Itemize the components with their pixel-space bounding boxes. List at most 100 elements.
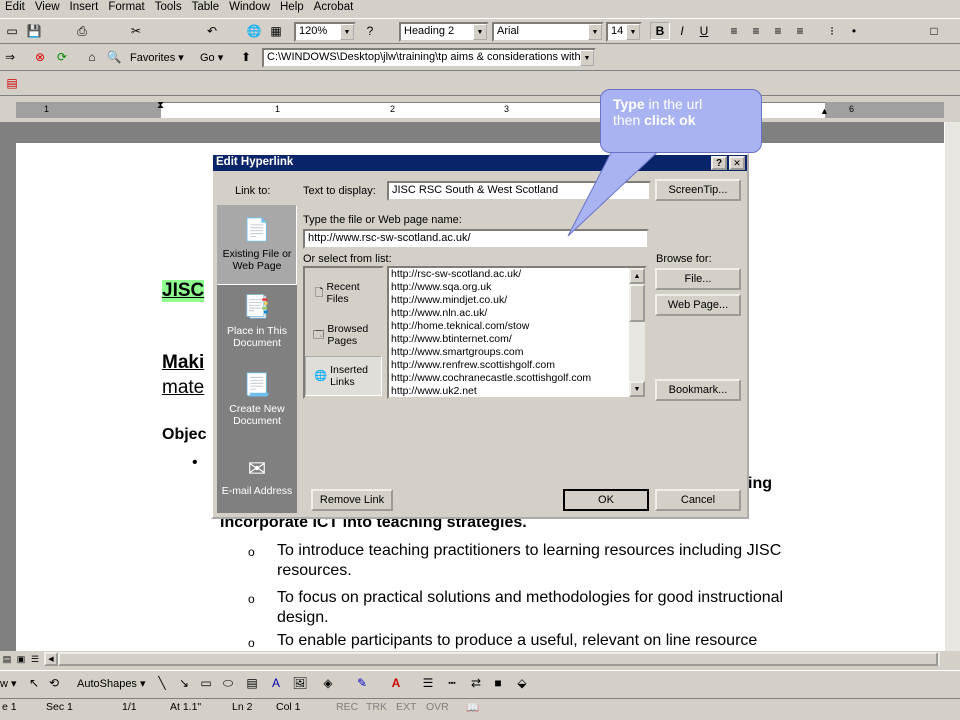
- status-rec[interactable]: REC: [336, 701, 358, 713]
- font-color-icon[interactable]: A: [386, 674, 406, 692]
- cut-icon[interactable]: ✂: [126, 22, 146, 40]
- menu-window[interactable]: Window: [224, 0, 275, 16]
- table-icon[interactable]: ▦: [266, 22, 286, 40]
- stop-icon[interactable]: ⊗: [30, 48, 50, 66]
- line-color-icon[interactable]: ✎: [352, 674, 372, 692]
- forward-arrow-icon[interactable]: ⇒: [0, 48, 20, 66]
- url-list-item[interactable]: http://www.cochranecastle.scottishgolf.c…: [389, 372, 645, 385]
- menu-insert[interactable]: Insert: [65, 0, 104, 16]
- line-style-icon[interactable]: ☰: [418, 674, 438, 692]
- menu-table[interactable]: Table: [187, 0, 225, 16]
- chevron-down-icon[interactable]: ▼: [340, 24, 354, 40]
- scroll-down-icon[interactable]: ▼: [629, 381, 645, 397]
- menu-format[interactable]: Format: [103, 0, 149, 16]
- status-ovr[interactable]: OVR: [426, 701, 449, 713]
- web-view-icon[interactable]: ▣: [14, 650, 28, 668]
- link-existing-file[interactable]: 📄 Existing File or Web Page: [217, 205, 297, 285]
- outline-view-icon[interactable]: ☰: [28, 650, 42, 668]
- chevron-down-icon[interactable]: ▼: [588, 24, 602, 40]
- shadow-icon[interactable]: ■: [488, 674, 508, 692]
- menu-edit[interactable]: Edit: [0, 0, 30, 16]
- arrow-style-icon[interactable]: ⇄: [466, 674, 486, 692]
- status-trk[interactable]: TRK: [366, 701, 387, 713]
- link-create-new-doc[interactable]: 📃 Create New Document: [217, 367, 297, 437]
- url-list-item[interactable]: http://www.btinternet.com/: [389, 333, 645, 346]
- url-list-item[interactable]: http://home.teknical.com/stow: [389, 320, 645, 333]
- italic-button[interactable]: I: [672, 22, 692, 40]
- numbering-icon[interactable]: ⁝: [822, 22, 842, 40]
- draw-menu[interactable]: w ▾: [0, 677, 17, 690]
- scroll-up-icon[interactable]: ▲: [629, 268, 645, 284]
- normal-view-icon[interactable]: ▤: [0, 650, 14, 668]
- ok-button[interactable]: OK: [563, 489, 649, 511]
- menu-help[interactable]: Help: [275, 0, 309, 16]
- align-center-icon[interactable]: ≡: [746, 22, 766, 40]
- bookmark-button[interactable]: Bookmark...: [655, 379, 741, 401]
- search-web-icon[interactable]: 🔍: [104, 48, 124, 66]
- status-ext[interactable]: EXT: [396, 701, 416, 713]
- scroll-thumb[interactable]: [629, 284, 645, 322]
- remove-link-button[interactable]: Remove Link: [311, 489, 393, 511]
- url-list[interactable]: http://rsc-sw-scotland.ac.uk/http://www.…: [387, 266, 647, 399]
- help-icon[interactable]: ?: [360, 22, 380, 40]
- pdf-icon[interactable]: ▤: [2, 74, 22, 92]
- justify-icon[interactable]: ≡: [790, 22, 810, 40]
- chevron-down-icon[interactable]: ▼: [580, 50, 594, 66]
- url-list-scrollbar[interactable]: ▲ ▼: [629, 268, 645, 397]
- line-icon[interactable]: ╲: [152, 674, 172, 692]
- align-right-icon[interactable]: ≡: [768, 22, 788, 40]
- print-icon[interactable]: ⎙: [72, 22, 92, 40]
- rectangle-icon[interactable]: ▭: [196, 674, 216, 692]
- url-list-item[interactable]: http://www.uk2.net: [389, 385, 645, 397]
- save-icon[interactable]: 💾: [24, 22, 44, 40]
- align-left-icon[interactable]: ≡: [724, 22, 744, 40]
- horizontal-scrollbar[interactable]: ◀: [44, 652, 940, 666]
- dash-style-icon[interactable]: ┅: [442, 674, 462, 692]
- url-list-item[interactable]: http://www.smartgroups.com: [389, 346, 645, 359]
- url-list-item[interactable]: http://www.renfrew.scottishgolf.com: [389, 359, 645, 372]
- dialog-help-button[interactable]: ?: [711, 156, 727, 170]
- go-menu[interactable]: Go ▾: [200, 51, 223, 64]
- font-select[interactable]: Arial ▼: [492, 22, 604, 42]
- link-place-in-document[interactable]: 📑 Place in This Document: [217, 289, 297, 359]
- url-list-item[interactable]: http://www.sqa.org.uk: [389, 281, 645, 294]
- home-icon[interactable]: ⌂: [82, 48, 102, 66]
- browse-webpage-button[interactable]: Web Page...: [655, 294, 741, 316]
- open-icon[interactable]: ▭: [2, 22, 22, 40]
- rotate-icon[interactable]: ⟲: [44, 674, 64, 692]
- address-field[interactable]: C:\WINDOWS\Desktop\jlw\training\tp aims …: [262, 48, 596, 68]
- bullets-icon[interactable]: •: [844, 22, 864, 40]
- link-email-address[interactable]: ✉ E-mail Address: [217, 453, 297, 509]
- url-list-item[interactable]: http://www.nln.ac.uk/: [389, 307, 645, 320]
- scroll-left-icon[interactable]: ◀: [44, 652, 58, 666]
- autoshapes-menu[interactable]: AutoShapes ▾: [77, 677, 146, 690]
- font-size-select[interactable]: 14 ▼: [606, 22, 642, 42]
- chevron-down-icon[interactable]: ▼: [626, 24, 640, 40]
- recent-files-tab[interactable]: 🗋 Recent Files: [305, 276, 382, 310]
- wordart-icon[interactable]: A: [266, 674, 286, 692]
- browsed-pages-tab[interactable]: 🗔 Browsed Pages: [305, 318, 382, 352]
- select-arrow-icon[interactable]: ↖: [24, 674, 44, 692]
- arrow-icon[interactable]: ↘: [174, 674, 194, 692]
- refresh-icon[interactable]: ⟳: [52, 48, 72, 66]
- url-list-item[interactable]: http://www.mindjet.co.uk/: [389, 294, 645, 307]
- style-select[interactable]: Heading 2 ▼: [399, 22, 489, 42]
- show-web-toolbar-icon[interactable]: ⬆: [236, 48, 256, 66]
- browse-file-button[interactable]: File...: [655, 268, 741, 290]
- fill-color-icon[interactable]: ◈: [318, 674, 338, 692]
- dialog-close-button[interactable]: ✕: [729, 156, 745, 170]
- underline-button[interactable]: U: [694, 22, 714, 40]
- menu-acrobat[interactable]: Acrobat: [309, 0, 359, 16]
- undo-icon[interactable]: ↶: [202, 22, 222, 40]
- bold-button[interactable]: B: [650, 22, 670, 40]
- url-list-item[interactable]: http://rsc-sw-scotland.ac.uk/: [389, 268, 645, 281]
- oval-icon[interactable]: ⬭: [218, 674, 238, 692]
- menu-view[interactable]: View: [30, 0, 65, 16]
- indent-marker[interactable]: ⧗: [157, 100, 164, 111]
- clipart-icon[interactable]: 🖼: [290, 674, 310, 692]
- spelling-status-icon[interactable]: 📖: [466, 701, 479, 714]
- zoom-select[interactable]: 120% ▼: [294, 22, 356, 42]
- favorites-menu[interactable]: Favorites ▾: [130, 51, 184, 64]
- menu-tools[interactable]: Tools: [150, 0, 187, 16]
- chevron-down-icon[interactable]: ▼: [473, 24, 487, 40]
